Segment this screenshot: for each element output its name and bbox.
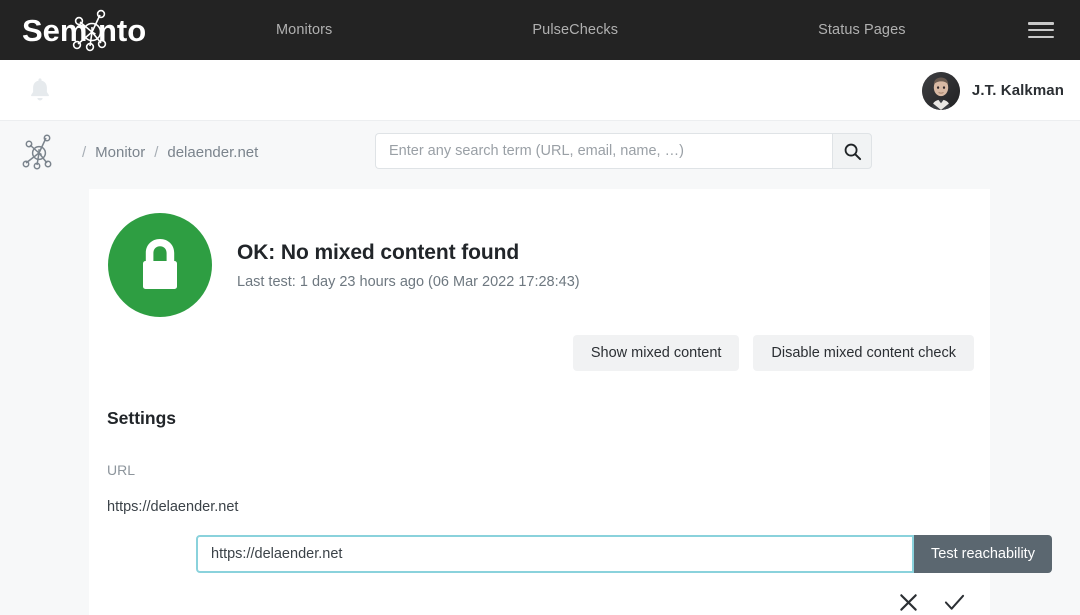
close-x-icon xyxy=(898,592,919,613)
hamburger-line xyxy=(1028,36,1054,39)
search-icon xyxy=(843,142,862,161)
test-reachability-button[interactable]: Test reachability xyxy=(914,535,1052,573)
semonto-logo-icon: Sem nto xyxy=(22,8,175,52)
nav-item-status-pages[interactable]: Status Pages xyxy=(818,22,905,38)
status-title: OK: No mixed content found xyxy=(237,241,580,265)
hamburger-line xyxy=(1028,29,1054,32)
semonto-node-icon[interactable] xyxy=(22,134,56,170)
search-toolbar: J.T. Kalkman xyxy=(0,60,1080,121)
breadcrumb-item-delaender-net[interactable]: delaender.net xyxy=(167,144,258,161)
brand-logo[interactable]: Sem nto xyxy=(0,8,250,52)
bell-icon[interactable] xyxy=(27,76,53,104)
url-field-label: URL xyxy=(89,429,990,478)
status-summary: OK: No mixed content found Last test: 1 … xyxy=(89,189,990,317)
user-name: J.T. Kalkman xyxy=(972,82,1064,99)
show-mixed-content-button[interactable]: Show mixed content xyxy=(573,335,740,371)
user-avatar-photo xyxy=(922,72,960,110)
nav-item-monitors[interactable]: Monitors xyxy=(276,22,332,38)
disable-mixed-content-check-button[interactable]: Disable mixed content check xyxy=(753,335,974,371)
breadcrumb-item-monitor[interactable]: Monitor xyxy=(95,144,145,161)
confirm-edit-button[interactable] xyxy=(941,590,968,615)
hamburger-line xyxy=(1028,22,1054,25)
settings-heading: Settings xyxy=(89,371,990,429)
url-input[interactable] xyxy=(196,535,914,573)
url-edit-confirm-row xyxy=(89,573,990,615)
top-navigation-bar: Sem nto Monitors PulseChecks Status Page… xyxy=(0,0,1080,60)
url-field-value: https://delaender.net xyxy=(89,478,990,515)
card-action-buttons: Show mixed content Disable mixed content… xyxy=(89,317,990,371)
padlock-icon xyxy=(132,234,188,296)
nav-item-pulsechecks[interactable]: PulseChecks xyxy=(532,22,618,38)
status-badge xyxy=(108,213,212,317)
search-button[interactable] xyxy=(832,133,872,169)
cancel-edit-button[interactable] xyxy=(896,590,921,615)
breadcrumb-separator: / xyxy=(82,144,86,161)
user-menu[interactable]: J.T. Kalkman xyxy=(922,60,1064,121)
status-last-test: Last test: 1 day 23 hours ago (06 Mar 20… xyxy=(237,274,580,290)
search-input[interactable] xyxy=(375,133,832,169)
url-edit-row: Test reachability xyxy=(196,535,1063,573)
status-text-block: OK: No mixed content found Last test: 1 … xyxy=(237,241,580,290)
hamburger-menu-icon[interactable] xyxy=(1028,19,1054,41)
nav-links: Monitors PulseChecks Status Pages xyxy=(250,0,1028,60)
breadcrumb-separator: / xyxy=(154,144,158,161)
search-group xyxy=(375,133,872,169)
checkmark-icon xyxy=(943,592,966,613)
monitor-detail-card: OK: No mixed content found Last test: 1 … xyxy=(89,189,990,615)
